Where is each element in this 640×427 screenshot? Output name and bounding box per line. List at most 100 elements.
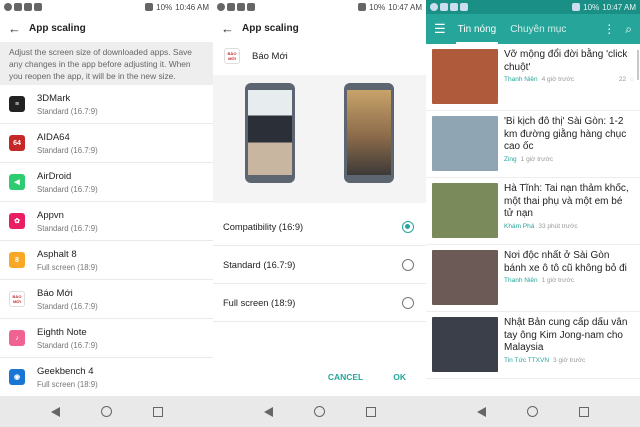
recents-nav-button[interactable] (577, 405, 591, 419)
scaling-option[interactable]: Full screen (18:9) (213, 284, 426, 322)
home-circle-icon (101, 406, 112, 417)
hamburger-menu-icon[interactable]: ☰ (434, 21, 446, 37)
app-name: 3DMark (37, 92, 71, 104)
comment-icon[interactable]: ◌ (630, 76, 634, 83)
mail-icon (440, 3, 448, 11)
news-thumbnail (432, 317, 498, 372)
app-scaling-mode: Full screen (18:9) (37, 262, 98, 272)
news-item[interactable]: Vỡ mộng đổi đời bằng 'click chuột' Thanh … (426, 44, 640, 111)
mail-icon (14, 3, 22, 11)
scaling-preview (213, 75, 426, 203)
image-icon (24, 3, 32, 11)
youtube-icon (247, 3, 255, 11)
news-title: Vỡ mộng đổi đời bằng 'click chuột' (504, 49, 628, 73)
news-item[interactable]: Hà Tĩnh: Tai nạn thảm khốc, một thai phụ… (426, 178, 640, 245)
back-arrow-icon[interactable]: ← (221, 21, 234, 36)
recents-square-icon (152, 406, 163, 417)
app-list-item[interactable]: 8 Asphalt 8 Full screen (18:9) (0, 241, 213, 280)
home-circle-icon (527, 406, 539, 417)
status-bar: 10% 10:46 AM (0, 0, 213, 14)
app-bar: ← App scaling (213, 14, 426, 42)
news-title: Nơi độc nhất ở Sài Gòn bánh xe ô tô cũ k… (504, 250, 627, 274)
youtube-icon (460, 3, 468, 11)
news-title: Hà Tĩnh: Tai nạn thảm khốc, một thai phụ… (504, 183, 629, 219)
app-list-item[interactable]: ✿ Appvn Standard (16.7:9) (0, 202, 213, 241)
news-item[interactable]: 'Bi kịch đô thị' Sài Gòn: 1-2 km đường g… (426, 111, 640, 178)
app-list-item[interactable]: 64 AIDA64 Standard (16.7:9) (0, 124, 213, 163)
app-text: 3DMark Standard (16.7:9) (37, 93, 98, 116)
tab-hot-news[interactable]: Tin nóng (455, 24, 499, 44)
news-meta: Thanh Niên 1 giờ trước (504, 277, 634, 284)
news-source: Thanh Niên (504, 76, 538, 83)
app-text: Báo Mới Standard (16.7:9) (37, 288, 98, 311)
phone-preview-right (344, 83, 394, 183)
radio-button[interactable] (402, 258, 414, 271)
app-scaling-mode: Standard (16.7:9) (37, 184, 98, 194)
app-name: AirDroid (37, 170, 72, 182)
app-list-item[interactable]: ◀ AirDroid Standard (16.7:9) (0, 163, 213, 202)
app-icon: BÁO MỚI (9, 291, 25, 307)
bao-moi-icon: BÁO MỚI (224, 48, 240, 64)
scaling-option[interactable]: Compatibility (16:9) (213, 208, 426, 246)
app-list-item[interactable]: ◉ Geekbench 4 Full screen (18:9) (0, 358, 213, 397)
wifi-icon (145, 3, 154, 11)
search-icon[interactable]: ⌕ (625, 22, 632, 37)
app-scaling-mode: Standard (16.7:9) (37, 145, 98, 155)
app-name: Geekbench 4 (37, 365, 94, 377)
scrollbar[interactable] (637, 50, 639, 80)
news-meta: Zing 1 giờ trước (504, 156, 634, 163)
option-label: Standard (16.7:9) (223, 259, 296, 270)
news-item[interactable]: Nhật Bản cung cấp dấu vân tay ông Kim Jo… (426, 312, 640, 379)
news-app-bar: ☰ Tin nóng Chuyên mục ⋮ ⌕ (426, 14, 640, 44)
page-title: App scaling (242, 22, 299, 34)
news-thumbnail (432, 116, 498, 171)
radio-button[interactable] (402, 296, 414, 309)
back-nav-button[interactable] (475, 405, 489, 419)
home-nav-button[interactable] (526, 405, 540, 419)
news-time: 1 giờ trước (541, 277, 574, 284)
recents-nav-button[interactable] (151, 405, 165, 419)
scaling-option[interactable]: Standard (16.7:9) (213, 246, 426, 284)
back-arrow-icon[interactable]: ← (8, 21, 21, 36)
news-list: Vỡ mộng đổi đời bằng 'click chuột' Thanh … (426, 44, 640, 379)
recents-nav-button[interactable] (364, 405, 378, 419)
phone-preview-left (245, 83, 295, 183)
news-title: Nhật Bản cung cấp dấu vân tay ông Kim Jo… (504, 317, 628, 353)
app-text: Eighth Note Standard (16.7:9) (37, 327, 98, 350)
news-time: 3 giờ trước (553, 356, 586, 364)
back-nav-button[interactable] (262, 405, 276, 419)
app-name: AIDA64 (37, 131, 70, 143)
news-source: Tin Tức TTXVN (504, 356, 550, 364)
selected-app: BÁO MỚI Báo Mới (213, 42, 426, 70)
app-text: Appvn Standard (16.7:9) (37, 210, 98, 233)
radio-button[interactable] (402, 220, 414, 233)
battery-text: 10% (369, 2, 386, 12)
home-circle-icon (314, 406, 325, 417)
news-item[interactable]: Nơi độc nhất ở Sài Gòn bánh xe ô tô cũ k… (426, 245, 640, 312)
more-vert-icon[interactable]: ⋮ (603, 22, 615, 36)
option-label: Full screen (18:9) (223, 297, 296, 308)
app-bar: ← App scaling (0, 14, 213, 42)
recents-square-icon (365, 406, 376, 417)
app-scaling-list-screen: 10% 10:46 AM ← App scaling Adjust the sc… (0, 0, 213, 427)
back-triangle-icon (477, 406, 487, 417)
cancel-button[interactable]: CANCEL (328, 372, 363, 382)
news-source: Khám Phá (504, 222, 535, 230)
page-title: App scaling (29, 22, 86, 34)
home-nav-button[interactable] (100, 405, 114, 419)
app-list-item[interactable]: BÁO MỚI Báo Mới Standard (16.7:9) (0, 280, 213, 319)
app-text: AirDroid Standard (16.7:9) (37, 171, 98, 194)
tab-categories[interactable]: Chuyên mục (508, 24, 568, 35)
app-list-item[interactable]: ♪ Eighth Note Standard (16.7:9) (0, 319, 213, 358)
clock-text: 10:46 AM (175, 2, 209, 12)
battery-text: 10% (583, 2, 600, 12)
back-nav-button[interactable] (49, 405, 63, 419)
status-bar: 10% 10:47 AM (426, 0, 640, 14)
status-bar: 10% 10:47 AM (213, 0, 426, 14)
ok-button[interactable]: OK (393, 372, 406, 382)
news-thumbnail (432, 183, 498, 238)
app-icon: ◉ (9, 369, 25, 385)
app-list-item[interactable]: ≡ 3DMark Standard (16.7:9) (0, 85, 213, 124)
news-text: Nơi độc nhất ở Sài Gòn bánh xe ô tô cũ k… (504, 250, 634, 306)
home-nav-button[interactable] (313, 405, 327, 419)
